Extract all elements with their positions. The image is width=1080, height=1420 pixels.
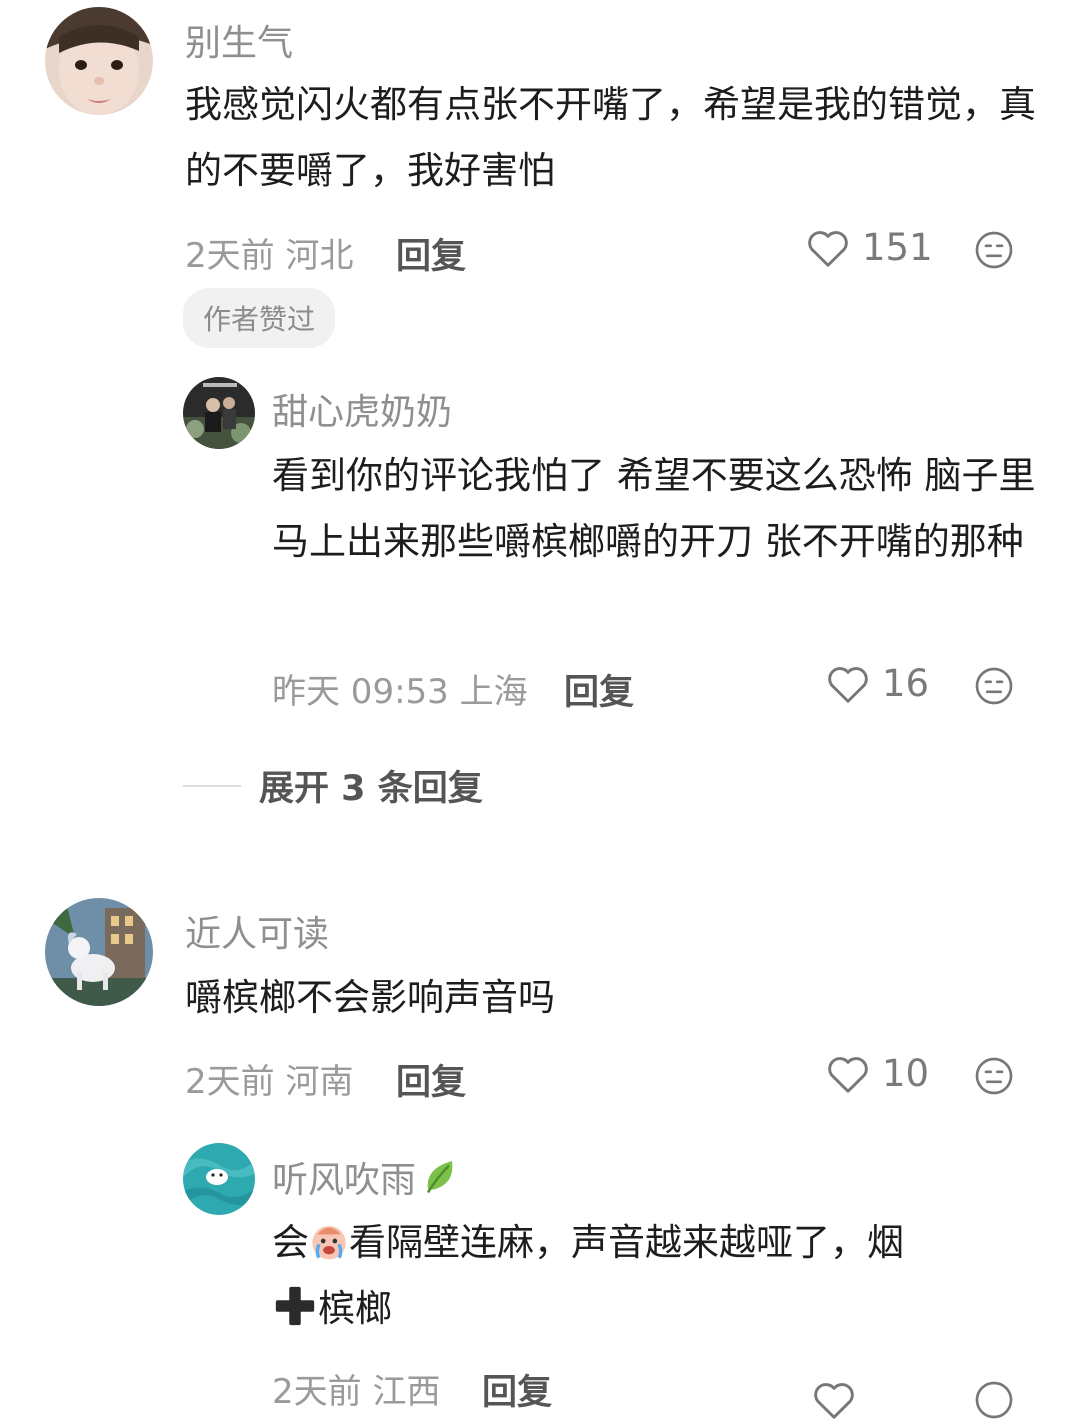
- heart-outline-icon: [808, 230, 848, 267]
- meh-face-icon[interactable]: [974, 1056, 1014, 1096]
- meh-face-icon[interactable]: [974, 230, 1014, 270]
- expand-replies-button[interactable]: 展开 3 条回复: [183, 760, 483, 811]
- like-count: 16: [882, 662, 930, 705]
- like-count: 10: [882, 1052, 930, 1095]
- like-count: 151: [862, 226, 933, 269]
- location: 河北: [285, 236, 354, 276]
- leaf-icon: [426, 1161, 453, 1194]
- username-text: 听风吹雨: [272, 1160, 417, 1201]
- username[interactable]: 听风吹雨: [272, 1151, 458, 1203]
- avatar[interactable]: [183, 377, 255, 449]
- author-liked-badge: 作者赞过: [183, 288, 336, 348]
- avatar[interactable]: [183, 1143, 255, 1215]
- crying-face-emoji: [312, 1226, 346, 1260]
- username[interactable]: 别生气: [185, 14, 293, 66]
- reply-button[interactable]: 回复: [396, 228, 466, 279]
- timestamp: 2天前: [185, 1062, 275, 1102]
- username[interactable]: 甜心虎奶奶: [272, 383, 452, 435]
- like-button[interactable]: 151: [806, 226, 933, 269]
- avatar[interactable]: [45, 7, 153, 115]
- heart-outline-icon: [828, 1056, 868, 1093]
- location: 上海: [459, 672, 528, 712]
- heart-outline-icon[interactable]: [812, 1380, 856, 1420]
- heart-outline-icon: [828, 666, 868, 703]
- meh-face-icon[interactable]: [974, 666, 1014, 706]
- location: 江西: [372, 1372, 441, 1412]
- like-button[interactable]: 10: [826, 1052, 929, 1095]
- reply-button[interactable]: 回复: [482, 1364, 552, 1415]
- reply-text: 会 看隔壁连麻，声音越来越哑了，烟 槟榔: [272, 1221, 904, 1330]
- like-button[interactable]: 16: [826, 662, 929, 705]
- reply-meta: 昨天 09:53 上海: [272, 664, 528, 713]
- expand-replies-label: 展开 3 条回复: [259, 769, 483, 809]
- heavy-plus-emoji: [275, 1286, 315, 1326]
- comment-text: 我感觉闪火都有点张不开嘴了，希望是我的错觉，真的不要嚼了，我好害怕: [185, 83, 1036, 192]
- comment-text: 嚼槟榔不会影响声音吗: [185, 976, 555, 1019]
- divider-line: [183, 784, 241, 787]
- reply-button[interactable]: 回复: [564, 664, 634, 715]
- reply-text: 看到你的评论我怕了 希望不要这么恐怖 脑子里马上出来那些嚼槟榔嚼的开刀 张不开嘴…: [272, 454, 1036, 563]
- timestamp: 2天前: [185, 236, 275, 276]
- reply-meta: 2天前 江西: [272, 1364, 440, 1413]
- comment-meta: 2天前 河北: [185, 228, 353, 277]
- meh-face-icon[interactable]: [974, 1380, 1014, 1420]
- username[interactable]: 近人可读: [185, 905, 329, 957]
- comment-meta: 2天前 河南: [185, 1054, 353, 1103]
- avatar[interactable]: [45, 898, 153, 1006]
- timestamp: 昨天 09:53: [272, 672, 449, 712]
- reply-button[interactable]: 回复: [396, 1054, 466, 1105]
- location: 河南: [285, 1062, 354, 1102]
- timestamp: 2天前: [272, 1372, 362, 1412]
